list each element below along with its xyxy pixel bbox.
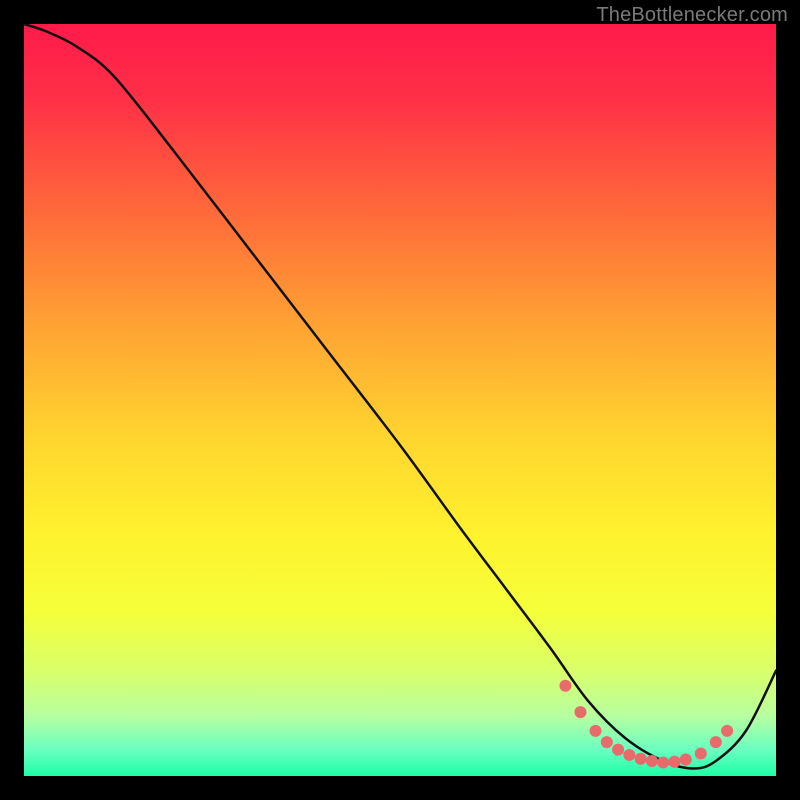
- marker-dot: [623, 749, 635, 761]
- marker-dot: [612, 744, 624, 756]
- gradient-background: [24, 24, 776, 776]
- marker-dot: [646, 755, 658, 767]
- marker-dot: [680, 753, 692, 765]
- plot-area: [24, 24, 776, 776]
- marker-dot: [695, 747, 707, 759]
- marker-dot: [635, 753, 647, 765]
- marker-dot: [657, 756, 669, 768]
- marker-dot: [574, 706, 586, 718]
- marker-dot: [601, 736, 613, 748]
- marker-dot: [668, 756, 680, 768]
- chart-stage: TheBottlenecker.com: [0, 0, 800, 800]
- marker-dot: [559, 680, 571, 692]
- marker-dot: [721, 725, 733, 737]
- watermark-text: TheBottlenecker.com: [596, 4, 788, 27]
- marker-dot: [590, 725, 602, 737]
- marker-dot: [710, 736, 722, 748]
- chart-svg: [24, 24, 776, 776]
